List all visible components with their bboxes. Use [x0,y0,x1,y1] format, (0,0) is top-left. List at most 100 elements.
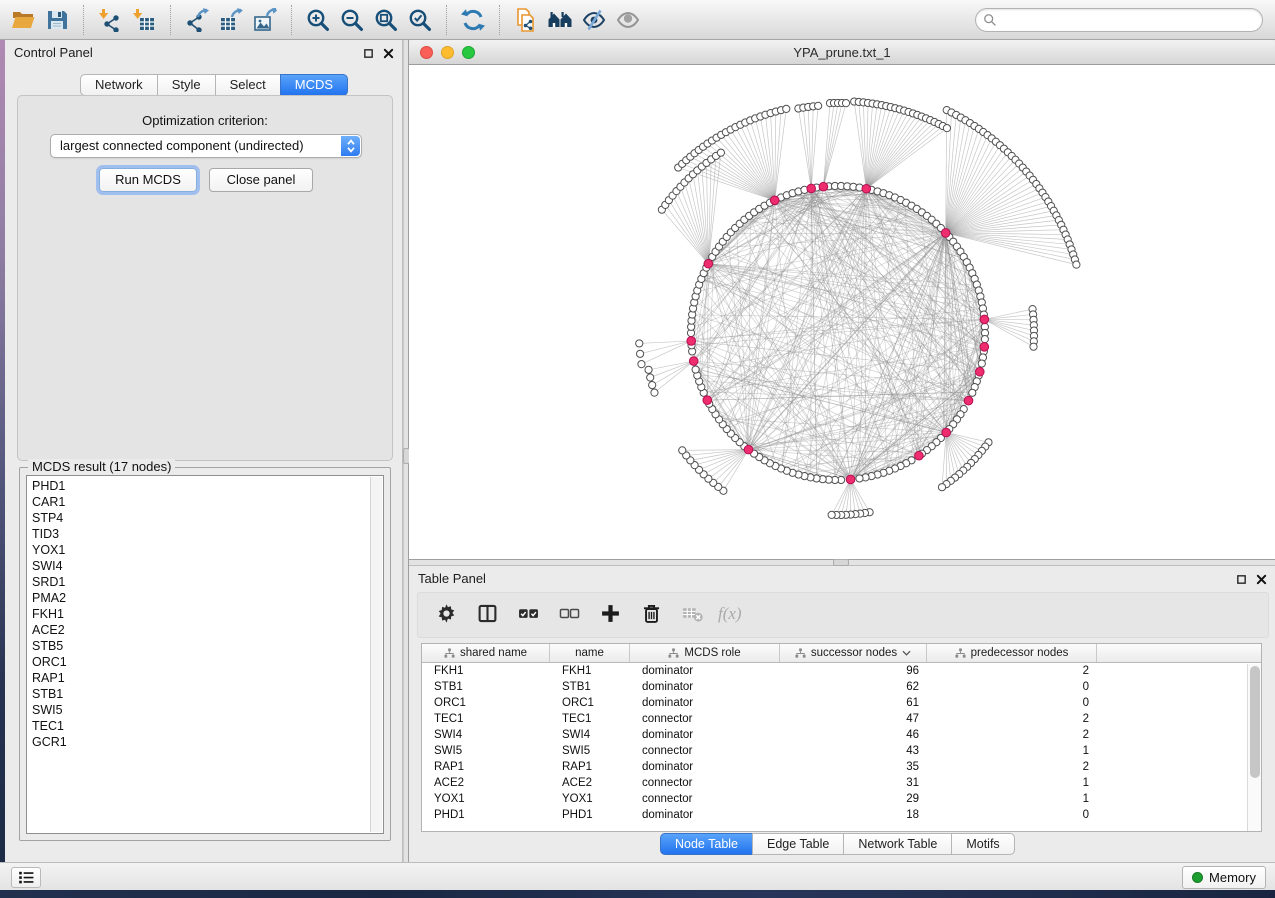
cell-successor-nodes[interactable]: 47 [780,711,927,727]
cell-mcds-role[interactable]: dominator [630,679,780,695]
table-row[interactable]: YOX1YOX1connector291 [422,791,1261,807]
new-network-from-selection-button[interactable] [509,4,543,36]
network-canvas[interactable] [409,65,1275,559]
graph-leaf-node[interactable] [649,382,656,389]
table-row[interactable]: SWI5SWI5connector431 [422,743,1261,759]
table-row[interactable]: TEC1TEC1connector472 [422,711,1261,727]
cell-name[interactable]: FKH1 [550,663,630,679]
tab-network[interactable]: Network [80,74,158,96]
run-mcds-button[interactable]: Run MCDS [99,168,197,192]
graph-hub-node[interactable] [941,229,950,238]
graph-leaf-node[interactable] [842,100,849,107]
table-float-window-icon[interactable] [1235,573,1247,585]
graph-leaf-node[interactable] [943,125,950,132]
network-window-titlebar[interactable]: YPA_prune.txt_1 [409,40,1275,65]
mcds-result-item[interactable]: SWI5 [27,702,369,718]
mcds-result-item[interactable]: TEC1 [27,718,369,734]
mcds-result-item[interactable]: TID3 [27,526,369,542]
cell-shared-name[interactable]: ACE2 [422,775,550,791]
cell-predecessor-nodes[interactable]: 2 [927,663,1097,679]
cell-mcds-role[interactable]: connector [630,711,780,727]
graph-leaf-node[interactable] [938,484,945,491]
graph-leaf-node[interactable] [636,340,643,347]
cell-name[interactable]: ACE2 [550,775,630,791]
result-list-scrollbar[interactable] [370,477,382,832]
mcds-result-item[interactable]: STP4 [27,510,369,526]
refresh-network-button[interactable] [456,4,490,36]
graph-leaf-node[interactable] [679,447,686,454]
graph-hub-node[interactable] [689,357,698,366]
graph-hub-node[interactable] [770,196,779,205]
cell-name[interactable]: SWI4 [550,727,630,743]
memory-button[interactable]: Memory [1182,866,1266,889]
mcds-result-item[interactable]: GCR1 [27,734,369,750]
tab-select[interactable]: Select [215,74,281,96]
cell-successor-nodes[interactable]: 31 [780,775,927,791]
mcds-result-item[interactable]: RAP1 [27,670,369,686]
graph-node[interactable] [692,366,699,373]
cell-predecessor-nodes[interactable]: 2 [927,727,1097,743]
mcds-result-item[interactable]: SRD1 [27,574,369,590]
mcds-result-item[interactable]: STB5 [27,638,369,654]
graph-leaf-node[interactable] [828,511,835,518]
import-table-file-button[interactable] [127,4,161,36]
open-session-button[interactable] [6,4,40,36]
cell-mcds-role[interactable]: dominator [630,807,780,823]
table-row[interactable]: FKH1FKH1dominator962 [422,663,1261,679]
table-row[interactable]: RAP1RAP1dominator352 [422,759,1261,775]
mcds-result-item[interactable]: STB1 [27,686,369,702]
zoom-fit-button[interactable] [369,4,403,36]
cell-mcds-role[interactable]: dominator [630,727,780,743]
mcds-result-item[interactable]: CAR1 [27,494,369,510]
table-tab-network-table[interactable]: Network Table [843,833,952,855]
deselect-all-button[interactable] [557,603,581,627]
graph-node[interactable] [969,389,976,396]
graph-hub-node[interactable] [980,315,989,324]
mcds-result-item[interactable]: FKH1 [27,606,369,622]
cell-predecessor-nodes[interactable]: 1 [927,791,1097,807]
cell-shared-name[interactable]: STB1 [422,679,550,695]
graph-hub-node[interactable] [942,428,951,437]
show-all-button[interactable] [611,4,645,36]
cell-predecessor-nodes[interactable]: 0 [927,695,1097,711]
zoom-out-button[interactable] [335,4,369,36]
graph-hub-node[interactable] [807,184,816,193]
graph-leaf-node[interactable] [1030,343,1037,350]
hide-selected-button[interactable] [577,4,611,36]
mcds-result-item[interactable]: PMA2 [27,590,369,606]
table-scrollbar[interactable] [1247,664,1261,831]
criterion-select[interactable]: largest connected component (undirected) [50,134,362,158]
cell-mcds-role[interactable]: dominator [630,663,780,679]
column-header-predecessor-nodes[interactable]: predecessor nodes [927,644,1097,662]
cell-successor-nodes[interactable]: 35 [780,759,927,775]
import-network-file-button[interactable] [93,4,127,36]
graph-hub-node[interactable] [915,451,924,460]
table-settings-button[interactable] [434,603,458,627]
cell-shared-name[interactable]: ORC1 [422,695,550,711]
cell-shared-name[interactable]: FKH1 [422,663,550,679]
graph-hub-node[interactable] [975,367,984,376]
cell-shared-name[interactable]: SWI4 [422,727,550,743]
mcds-result-item[interactable]: YOX1 [27,542,369,558]
cell-name[interactable]: YOX1 [550,791,630,807]
close-panel-icon[interactable] [382,47,394,59]
graph-node[interactable] [981,336,988,343]
zoom-selected-button[interactable] [403,4,437,36]
horizontal-splitter-grip[interactable] [833,559,849,566]
table-tab-motifs[interactable]: Motifs [951,833,1014,855]
graph-leaf-node[interactable] [717,149,724,156]
table-tab-edge-table[interactable]: Edge Table [752,833,844,855]
cell-name[interactable]: SWI5 [550,743,630,759]
column-header-mcds-role[interactable]: MCDS role [630,644,780,662]
mcds-result-item[interactable]: PHD1 [27,478,369,494]
table-row[interactable]: SWI4SWI4dominator462 [422,727,1261,743]
table-scrollbar-thumb[interactable] [1250,666,1260,778]
graph-hub-node[interactable] [862,184,871,193]
cell-predecessor-nodes[interactable]: 0 [927,807,1097,823]
graph-hub-node[interactable] [980,343,989,352]
cell-mcds-role[interactable]: dominator [630,759,780,775]
graph-leaf-node[interactable] [636,350,643,357]
network-graph[interactable] [409,65,1275,559]
cell-name[interactable]: RAP1 [550,759,630,775]
cell-name[interactable]: ORC1 [550,695,630,711]
